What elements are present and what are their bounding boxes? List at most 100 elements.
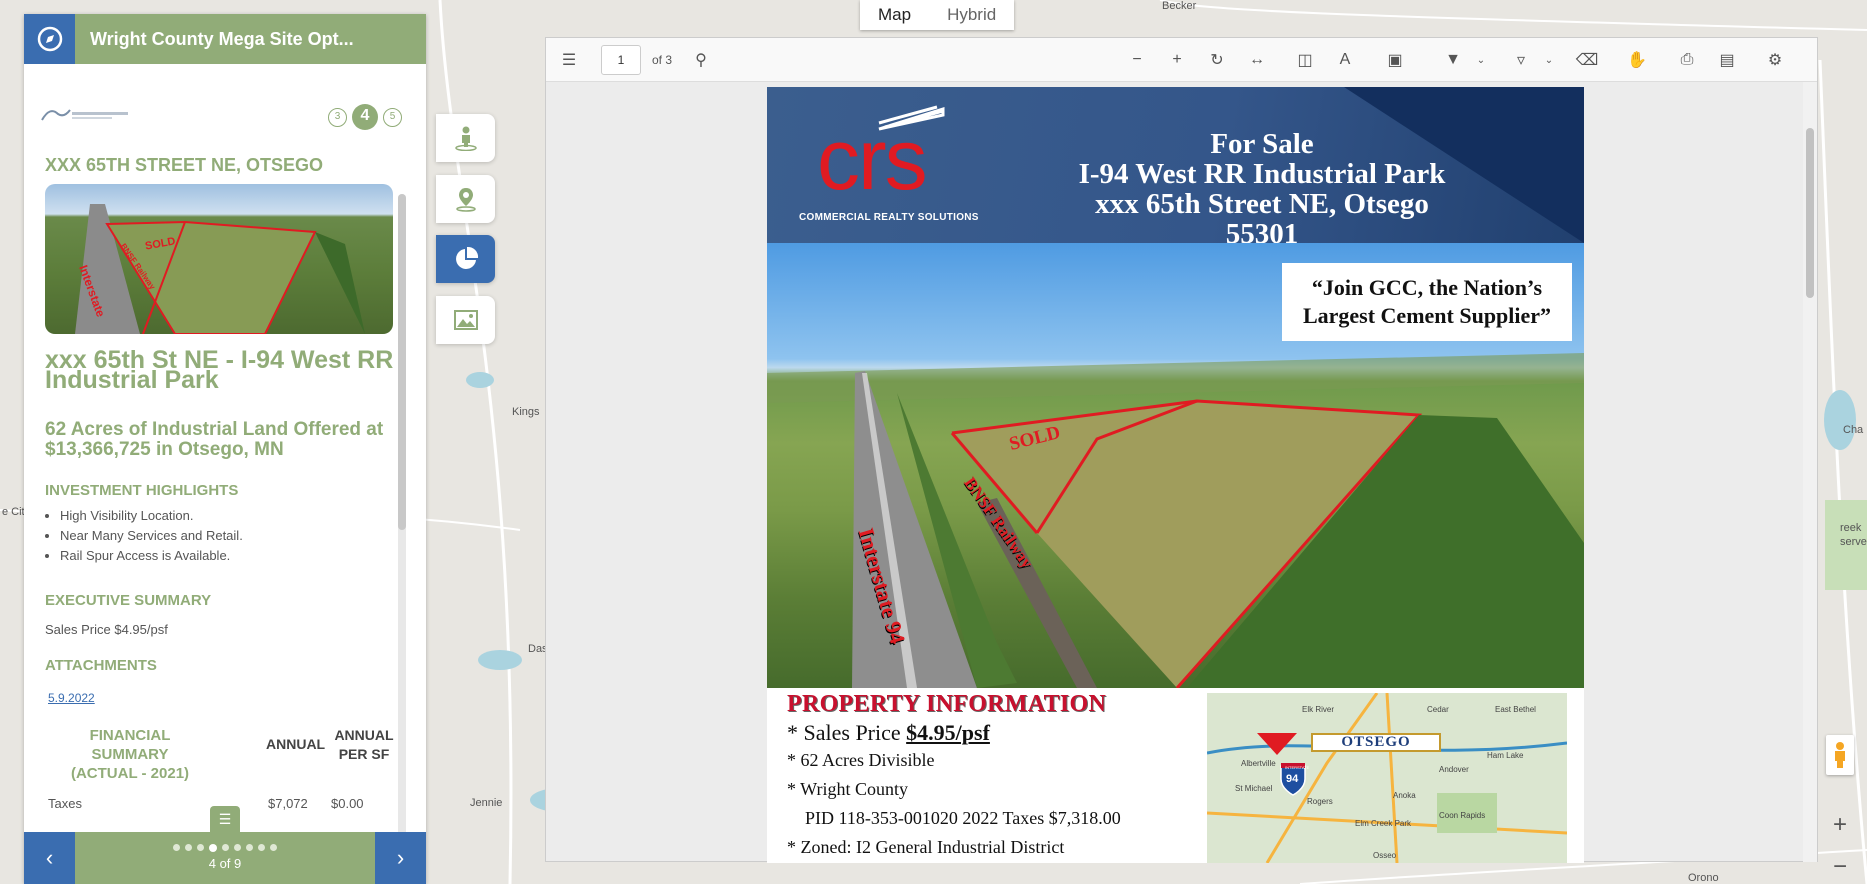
attachments-heading: ATTACHMENTS xyxy=(45,657,157,674)
rotate-icon[interactable]: ↻ xyxy=(1206,49,1228,71)
person-pin-button[interactable] xyxy=(436,114,495,162)
pager-dot[interactable] xyxy=(258,844,265,851)
highlights-heading: INVESTMENT HIGHLIGHTS xyxy=(45,482,239,499)
row-label-taxes: Taxes xyxy=(48,796,82,811)
highlight-icon[interactable]: ▼ xyxy=(1442,49,1464,71)
image-icon xyxy=(453,310,478,330)
compass-icon[interactable] xyxy=(24,14,75,64)
map-type-control: Map Hybrid xyxy=(860,0,1015,30)
attachment-link[interactable]: 5.9.2022 xyxy=(48,691,95,705)
page-view-icon[interactable]: ◫ xyxy=(1294,49,1316,71)
fit-width-icon[interactable]: ↔ xyxy=(1246,49,1268,71)
search-icon[interactable]: ⚲ xyxy=(690,49,712,71)
outline-list-icon[interactable]: ☰ xyxy=(558,49,580,71)
pager-dot[interactable] xyxy=(234,844,241,851)
sales-price: Sales Price $4.95/psf xyxy=(45,622,168,637)
step-3[interactable]: 3 xyxy=(328,107,347,127)
read-aloud-icon[interactable]: A xyxy=(1334,49,1356,71)
pager-center: 4 of 9 xyxy=(75,832,375,884)
map-label: reek xyxy=(1840,522,1862,534)
text-box-icon[interactable]: ▣ xyxy=(1384,49,1406,71)
pager-dot[interactable] xyxy=(246,844,253,851)
map-town-label: Elk River xyxy=(1302,705,1335,714)
pdf-viewer: ☰ 1 of 3 ⚲ − + ↻ ↔ ◫ A ▣ ▼ ⌄ ▿ ⌄ ⌫ ✋ ⎙ ▤… xyxy=(545,37,1818,863)
person-pin-icon xyxy=(454,126,477,151)
location-pin-icon xyxy=(455,188,476,212)
map-town-label: Cedar xyxy=(1427,705,1449,714)
map-label: serve xyxy=(1840,536,1867,548)
map-town-label: Elm Creek Park xyxy=(1355,819,1412,828)
financial-summary-heading: FINANCIAL SUMMARY (ACTUAL - 2021) xyxy=(70,727,190,782)
pdf-toolbar: ☰ 1 of 3 ⚲ − + ↻ ↔ ◫ A ▣ ▼ ⌄ ▿ ⌄ ⌫ ✋ ⎙ ▤… xyxy=(546,38,1817,82)
panel-body[interactable]: 3 4 5 XXX 65TH STREET NE, OTSEGO SOLD In… xyxy=(24,64,426,832)
panel-pager: ‹ 4 of 9 › xyxy=(24,832,426,884)
map-town-label: Rogers xyxy=(1307,797,1333,806)
brochure-banner: crs COMMERCIAL REALTY SOLUTIONS For Sale… xyxy=(767,87,1584,243)
map-town-label: Albertville xyxy=(1241,759,1276,768)
next-button[interactable]: › xyxy=(375,832,426,884)
property-price-line: * Sales Price $4.95/psf xyxy=(787,720,1121,746)
property-info-heading: PROPERTY INFORMATION xyxy=(787,691,1107,717)
column-header-annual-per-sf: ANNUAL PER SF xyxy=(334,727,394,762)
settings-gear-icon[interactable]: ⚙ xyxy=(1764,49,1786,71)
panel-scrollbar[interactable] xyxy=(398,194,406,832)
pager-dot[interactable] xyxy=(209,844,217,852)
page-number-input[interactable]: 1 xyxy=(601,45,641,75)
map-town-label: East Bethel xyxy=(1495,705,1536,714)
scrollbar-thumb[interactable] xyxy=(398,194,406,530)
brochure-quote: “Join GCC, the Nation’s Largest Cement S… xyxy=(1282,263,1572,341)
previous-button[interactable]: ‹ xyxy=(24,832,75,884)
pager-dot[interactable] xyxy=(270,844,277,851)
scrollbar-thumb[interactable] xyxy=(1806,128,1814,298)
zoom-in-button[interactable]: + xyxy=(1825,810,1855,840)
map-town-label: Coon Rapids xyxy=(1439,811,1486,820)
map-type-map-button[interactable]: Map xyxy=(860,0,929,30)
step-4-current[interactable]: 4 xyxy=(352,104,378,130)
location-minimap: INTERSTATE 94 OTSEGO Elk River Cedar Eas… xyxy=(1207,693,1567,863)
map-town-label: Andover xyxy=(1439,765,1469,774)
print-icon[interactable]: ⎙ xyxy=(1676,49,1698,71)
price-value: $4.95/psf xyxy=(906,720,990,745)
pager-dot[interactable] xyxy=(222,844,229,851)
map-label: Jennie xyxy=(470,797,503,809)
location-button[interactable] xyxy=(436,175,495,223)
step-indicator: 3 4 5 xyxy=(328,104,402,130)
chevron-down-icon[interactable]: ⌄ xyxy=(1538,49,1560,71)
panel-header: Wright County Mega Site Opt... xyxy=(24,14,426,64)
menu-handle-icon[interactable]: ☰ xyxy=(210,806,240,832)
map-town-label: St Michael xyxy=(1235,784,1273,793)
zoom-out-button[interactable]: − xyxy=(1825,852,1855,882)
pie-chart-button[interactable] xyxy=(436,235,495,283)
street-view-pegman-icon[interactable] xyxy=(1826,735,1854,775)
column-header-annual: ANNUAL xyxy=(266,736,326,752)
panel-title: Wright County Mega Site Opt... xyxy=(90,28,354,49)
map-i94-shield: 94 xyxy=(1286,773,1299,785)
zoom-in-icon[interactable]: + xyxy=(1166,49,1188,71)
crs-logo: crs xyxy=(817,112,928,208)
brochure-address: xxx 65th Street NE, Otsego 55301 xyxy=(1095,188,1429,243)
save-icon[interactable]: ▤ xyxy=(1716,49,1738,71)
chevron-down-icon[interactable]: ⌄ xyxy=(1470,49,1492,71)
map-town-label: Ham Lake xyxy=(1487,751,1524,760)
pager-dot[interactable] xyxy=(197,844,204,851)
map-label: Cha xyxy=(1843,424,1864,436)
property-pid: PID 118-353-001020 2022 Taxes $7,318.00 xyxy=(805,808,1121,828)
eraser-icon[interactable]: ⌫ xyxy=(1576,49,1599,71)
list-item: High Visibility Location. xyxy=(60,506,243,526)
zoom-out-icon[interactable]: − xyxy=(1126,49,1148,71)
site-subtitle: 62 Acres of Industrial Land Offered at $… xyxy=(45,419,384,460)
map-type-hybrid-button[interactable]: Hybrid xyxy=(929,0,1014,30)
pdf-page: crs COMMERCIAL REALTY SOLUTIONS For Sale… xyxy=(767,87,1584,863)
site-title: xxx 65th St NE - I-94 West RR Industrial… xyxy=(45,346,394,394)
pdf-scrollbar[interactable] xyxy=(1803,82,1817,862)
brochure-park-name: I-94 West RR Industrial Park xyxy=(1078,158,1446,190)
property-information: PROPERTY INFORMATION * Sales Price $4.95… xyxy=(787,691,1121,858)
property-county: * Wright County xyxy=(787,779,908,799)
step-5[interactable]: 5 xyxy=(383,107,402,127)
image-gallery-button[interactable] xyxy=(436,296,495,344)
pager-dot[interactable] xyxy=(185,844,192,851)
draw-icon[interactable]: ▿ xyxy=(1510,49,1532,71)
page-count: of 3 xyxy=(652,53,673,67)
site-address: XXX 65TH STREET NE, OTSEGO xyxy=(45,155,324,175)
pager-dot[interactable] xyxy=(173,844,180,851)
